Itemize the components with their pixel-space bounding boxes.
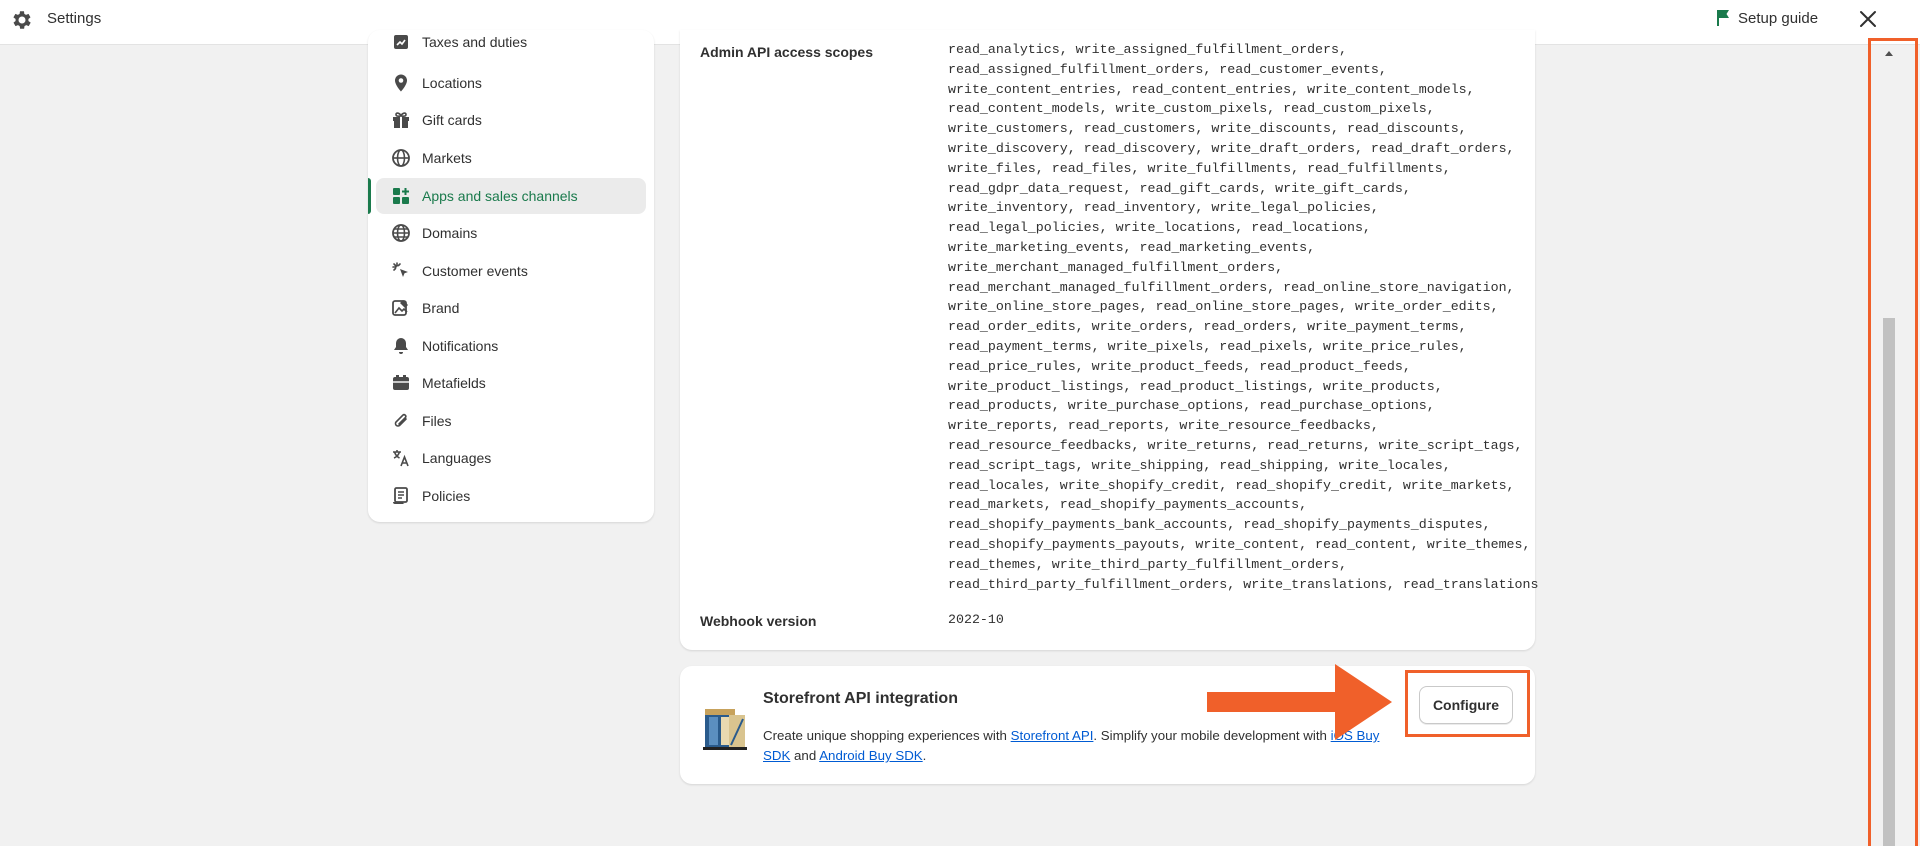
gift-icon [390, 109, 412, 131]
apps-icon [390, 185, 412, 207]
sidebar-item-label: Gift cards [422, 112, 482, 128]
sidebar-item-brand[interactable]: Brand [376, 290, 646, 326]
sidebar-item-gift-cards[interactable]: Gift cards [376, 102, 646, 138]
sidebar-item-label: Domains [422, 225, 478, 241]
paperclip-icon [390, 410, 412, 432]
sidebar-item-files[interactable]: Files [376, 403, 646, 439]
cursor-click-icon [390, 260, 412, 282]
storefront-title: Storefront API integration [763, 690, 958, 707]
sidebar-item-label: Apps and sales channels [422, 188, 578, 204]
desc-text: Create unique shopping experiences with [763, 728, 1011, 743]
taxes-icon [390, 31, 412, 53]
storefront-api-link[interactable]: Storefront API [1011, 728, 1094, 743]
close-icon[interactable] [1855, 6, 1881, 32]
flag-icon [1717, 10, 1729, 26]
webhook-version-label: Webhook version [700, 613, 817, 629]
sidebar-item-label: Taxes and duties [422, 34, 528, 50]
setup-guide-label: Setup guide [1738, 9, 1819, 27]
desc-text: and [790, 748, 820, 763]
webhook-version-value: 2022-10 [948, 612, 1004, 627]
desc-text: . [922, 748, 927, 763]
domain-globe-icon [390, 222, 412, 244]
sidebar-item-apps-and-sales-channels[interactable]: Apps and sales channels [368, 178, 646, 214]
sidebar-item-label: Files [422, 413, 452, 429]
sidebar-item-label: Customer events [422, 263, 528, 279]
setup-guide-button[interactable]: Setup guide [1716, 9, 1818, 27]
sidebar-item-markets[interactable]: Markets [376, 140, 646, 176]
globe-icon [390, 147, 412, 169]
sidebar-item-metafields[interactable]: Metafields [376, 365, 646, 401]
sidebar-item-label: Metafields [422, 375, 486, 391]
page-title: Settings [47, 10, 102, 27]
sidebar-item-label: Notifications [422, 338, 499, 354]
scopes-value: read_analytics, write_assigned_fulfillme… [948, 42, 1539, 592]
sidebar-item-domains[interactable]: Domains [376, 215, 646, 251]
sidebar-item-label: Markets [422, 150, 472, 166]
scrollbar-highlight-box [1868, 38, 1918, 846]
brand-icon [390, 297, 412, 319]
sidebar-item-notifications[interactable]: Notifications [376, 328, 646, 364]
sidebar-item-policies[interactable]: Policies [376, 478, 646, 514]
bell-icon [390, 335, 412, 357]
sidebar-item-label: Languages [422, 450, 492, 466]
android-buy-sdk-link[interactable]: Android Buy SDK [819, 748, 922, 763]
api-details-card: Admin API access scopes read_analytics, … [680, 30, 1539, 650]
metafields-icon [390, 372, 412, 394]
storefront-app-icon [703, 709, 747, 750]
configure-highlight-box [1405, 670, 1530, 737]
sidebar-item-languages[interactable]: Languages [376, 440, 646, 476]
policy-document-icon [390, 485, 412, 507]
sidebar-item-customer-events[interactable]: Customer events [376, 253, 646, 289]
translate-icon [390, 447, 412, 469]
sidebar-item-label: Locations [422, 75, 482, 91]
sidebar-item-label: Policies [422, 488, 471, 504]
scopes-label: Admin API access scopes [700, 44, 874, 60]
settings-sidebar: Taxes and duties Locations Gift cards Ma… [368, 30, 654, 522]
sidebar-item-locations[interactable]: Locations [376, 65, 646, 101]
gear-icon [13, 11, 31, 29]
sidebar-item-taxes-and-duties[interactable]: Taxes and duties [376, 30, 646, 60]
annotation-arrow [1207, 664, 1392, 740]
sidebar-item-label: Brand [422, 300, 460, 316]
location-pin-icon [390, 72, 412, 94]
